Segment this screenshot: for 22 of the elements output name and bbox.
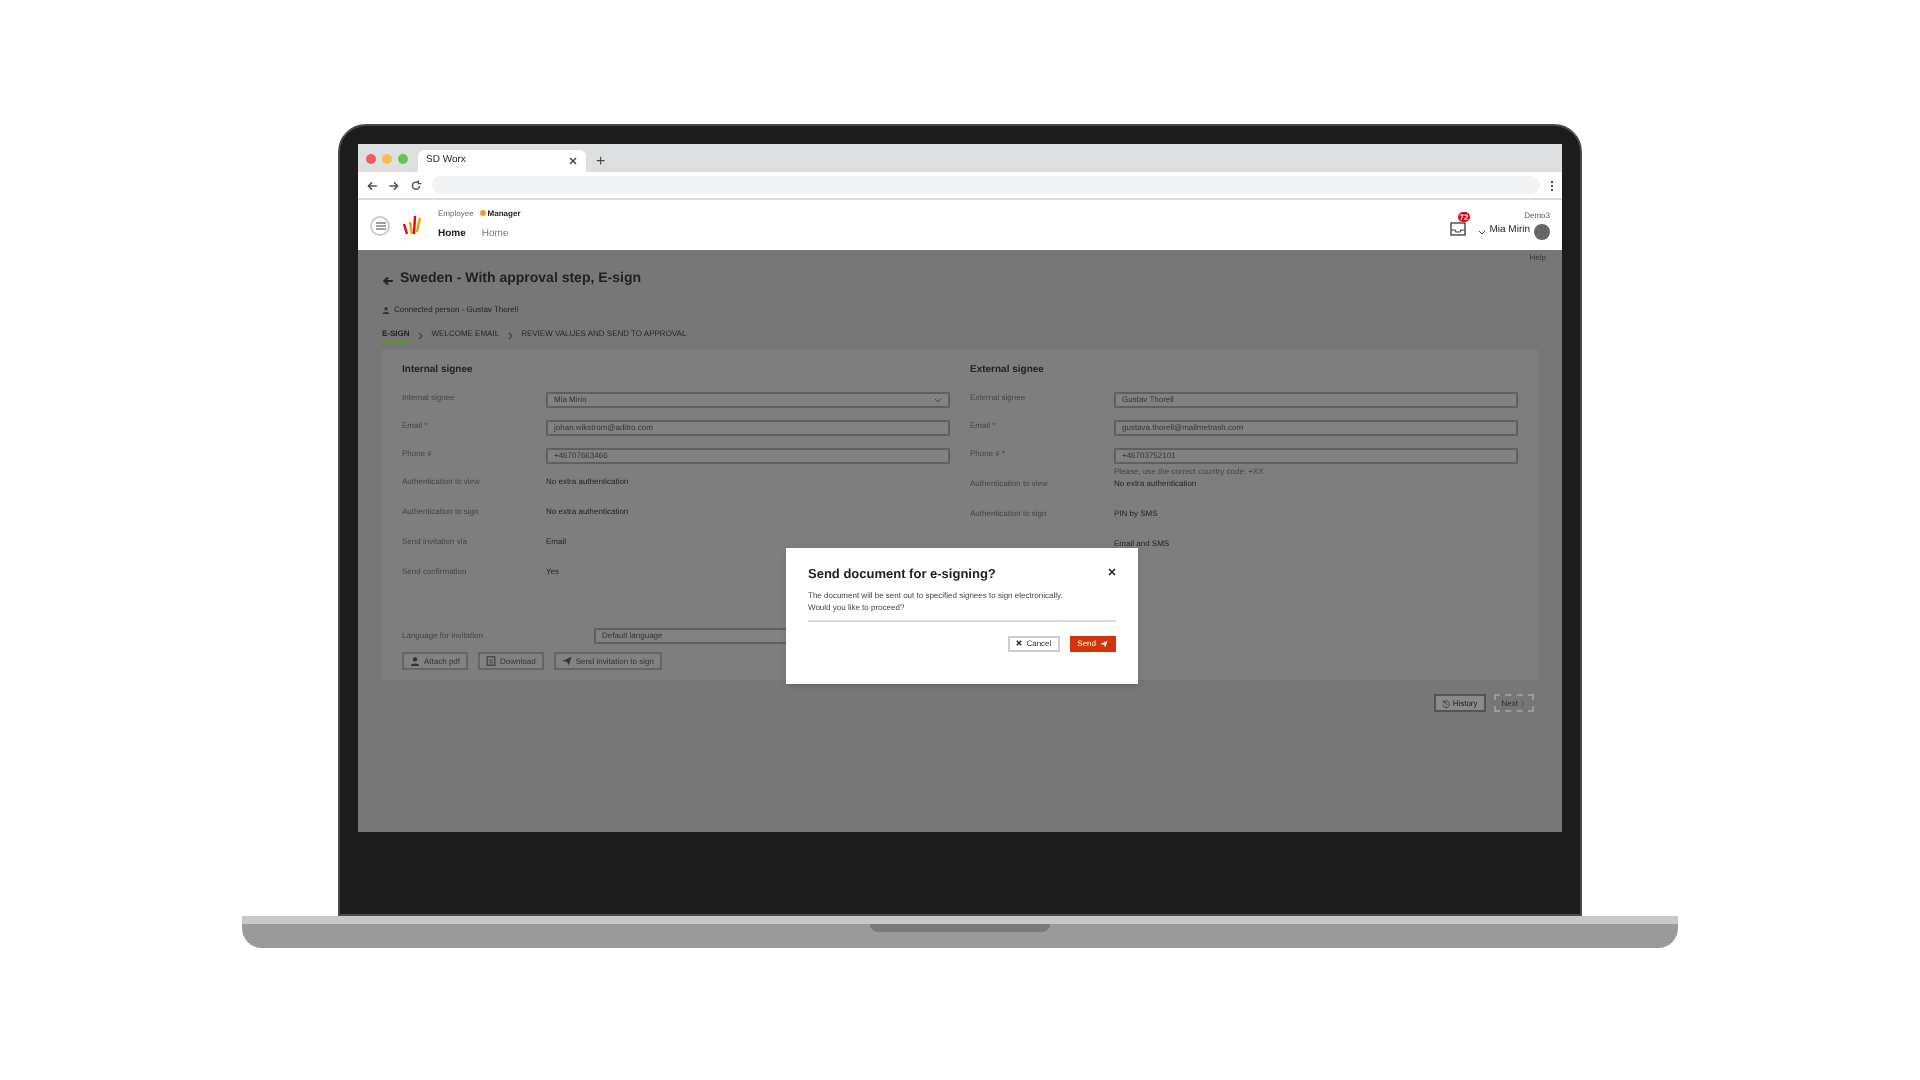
avatar-icon <box>1534 224 1550 240</box>
attach-icon <box>410 656 420 666</box>
download-icon <box>486 656 497 666</box>
menu-icon <box>375 221 385 229</box>
close-icon[interactable] <box>568 156 578 166</box>
person-icon <box>382 305 390 313</box>
close-icon <box>1016 640 1023 647</box>
back-arrow-icon[interactable] <box>366 179 378 191</box>
inbox-icon[interactable] <box>1449 222 1466 236</box>
new-tab-button[interactable]: + <box>592 150 610 172</box>
close-window-icon[interactable] <box>366 153 376 163</box>
send-icon <box>561 656 572 666</box>
back-arrow-icon[interactable] <box>382 275 394 286</box>
forward-arrow-icon[interactable] <box>388 179 400 191</box>
history-icon <box>1442 699 1451 707</box>
send-icon <box>1100 639 1108 648</box>
menu-button[interactable] <box>370 215 390 235</box>
chevron-right-icon <box>507 331 514 339</box>
chevron-right-icon <box>417 331 424 339</box>
reload-icon[interactable] <box>410 179 422 191</box>
close-icon[interactable] <box>1108 568 1116 576</box>
logo-icon <box>402 214 422 236</box>
